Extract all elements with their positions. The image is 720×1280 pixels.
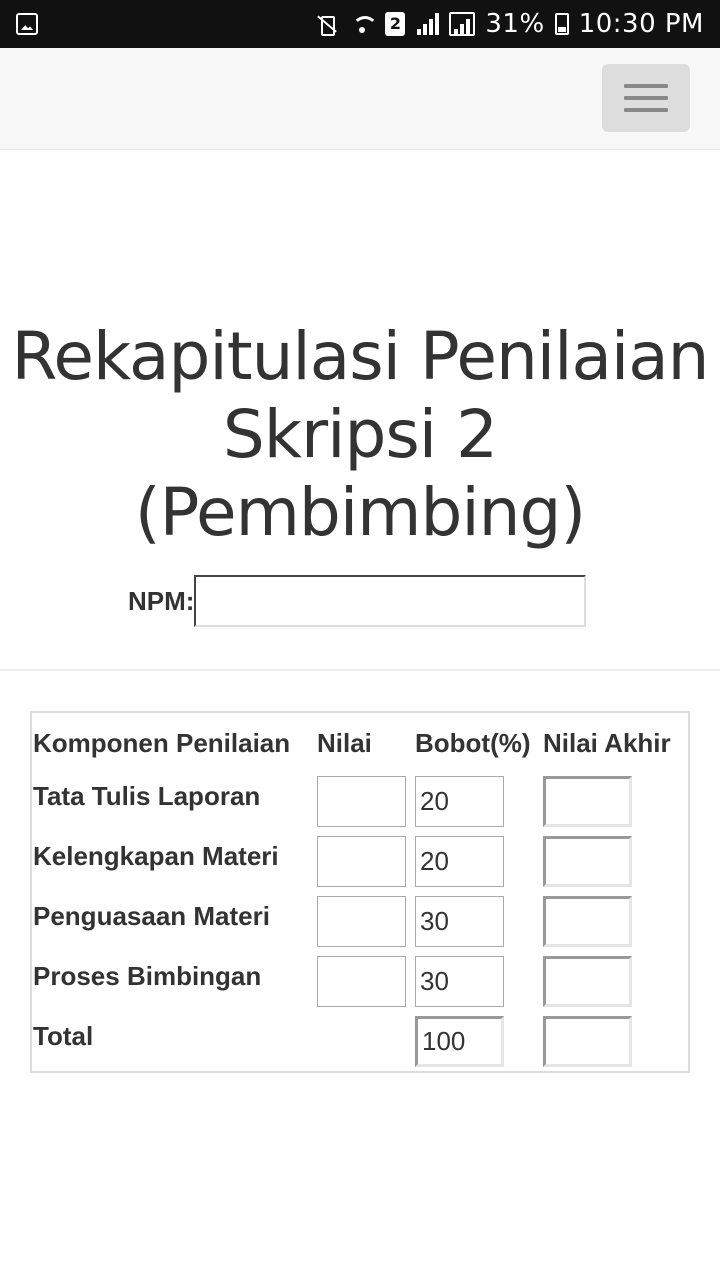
nilai-input[interactable]	[317, 956, 406, 1007]
page-title-line: (Pembimbing)	[134, 474, 586, 551]
navbar	[0, 48, 720, 150]
nilai-akhir-input[interactable]	[543, 896, 632, 947]
total-bobot-input[interactable]	[415, 1016, 504, 1067]
row-label: Penguasaan Materi	[33, 901, 270, 931]
battery-icon	[554, 13, 569, 35]
header-bobot: Bobot(%)	[415, 728, 531, 758]
hamburger-bar	[624, 96, 668, 100]
clock: 10:30 PM	[578, 9, 704, 39]
bobot-input[interactable]	[415, 776, 504, 827]
wifi-icon	[349, 12, 379, 36]
npm-row: NPM:	[128, 575, 587, 627]
status-icons: 2 31% 10:30 PM	[313, 0, 704, 48]
menu-toggle-button[interactable]	[602, 64, 690, 132]
bobot-input[interactable]	[415, 896, 504, 947]
battery-percent: 31%	[485, 9, 545, 39]
header-nilai: Nilai	[317, 728, 372, 758]
nilai-input[interactable]	[317, 896, 406, 947]
sim-badge: 2	[385, 12, 406, 36]
divider	[0, 669, 720, 671]
hamburger-icon	[624, 84, 668, 88]
header-komponen: Komponen Penilaian	[33, 728, 291, 758]
total-label: Total	[33, 1021, 94, 1051]
bobot-input[interactable]	[415, 836, 504, 887]
npm-input[interactable]	[194, 575, 587, 627]
nilai-akhir-input[interactable]	[543, 836, 632, 887]
row-label: Proses Bimbingan	[33, 961, 262, 991]
npm-label: NPM:	[128, 585, 195, 616]
total-nilai-akhir-input[interactable]	[543, 1016, 632, 1067]
nilai-input[interactable]	[317, 836, 406, 887]
signal-boxed-icon	[449, 12, 476, 36]
bobot-input[interactable]	[415, 956, 504, 1007]
nilai-akhir-input[interactable]	[543, 776, 632, 827]
page-title-line: Skripsi 2	[222, 396, 498, 473]
mute-icon	[313, 12, 339, 36]
page-title-line: Rekapitulasi Penilaian	[11, 318, 709, 395]
hamburger-bar	[624, 108, 668, 112]
nilai-akhir-input[interactable]	[543, 956, 632, 1007]
signal-icon	[415, 13, 440, 35]
status-bar: 2 31% 10:30 PM	[0, 0, 720, 48]
nilai-input[interactable]	[317, 776, 406, 827]
assessment-table: Komponen Penilaian Nilai Bobot(%) Nilai …	[30, 711, 690, 1073]
header-nilai-akhir: Nilai Akhir	[543, 728, 671, 758]
row-label: Kelengkapan Materi	[33, 841, 279, 871]
image-icon	[16, 13, 38, 35]
page-title: Rekapitulasi Penilaian Skripsi 2 (Pembim…	[0, 318, 720, 552]
row-label: Tata Tulis Laporan	[33, 781, 261, 811]
